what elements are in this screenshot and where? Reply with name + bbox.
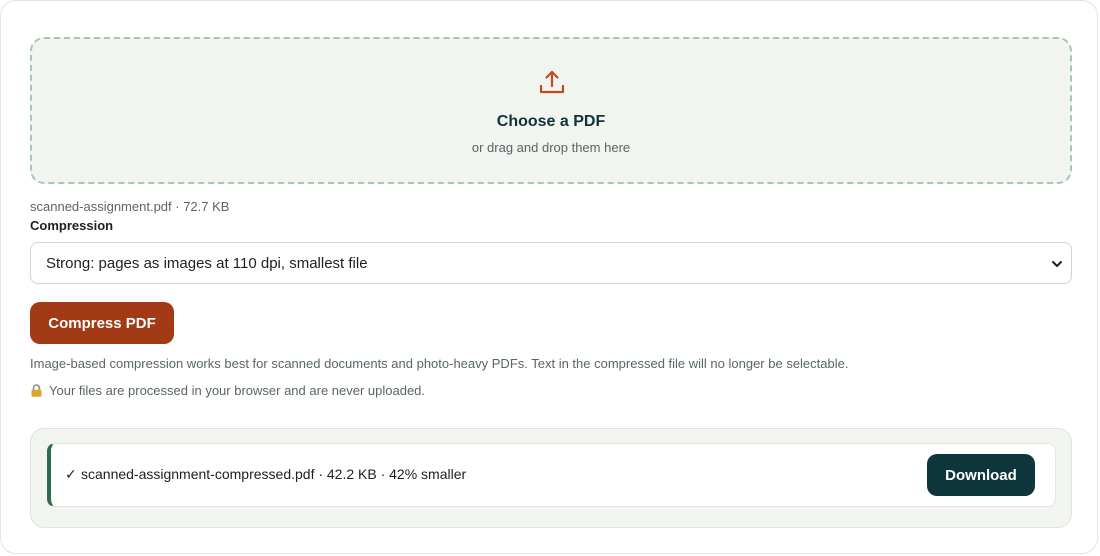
result-file-info: scanned-assignment-compressed.pdf · 42.2…	[81, 466, 467, 482]
compression-note: Image-based compression works best for s…	[30, 356, 849, 371]
check-icon: ✓	[65, 466, 77, 482]
pdf-dropzone[interactable]: Choose a PDF or drag and drop them here	[30, 37, 1072, 184]
dropzone-subtitle: or drag and drop them here	[471, 140, 631, 155]
compression-selected-value: Strong: pages as images at 110 dpi, smal…	[46, 255, 368, 272]
result-panel: ✓ scanned-assignment-compressed.pdf · 42…	[30, 428, 1072, 528]
result-item: ✓ scanned-assignment-compressed.pdf · 42…	[47, 443, 1056, 507]
chevron-down-icon	[1052, 261, 1062, 267]
download-button[interactable]: Download	[927, 454, 1035, 496]
privacy-note: Your files are processed in your browser…	[30, 383, 425, 398]
compressor-card: Choose a PDF or drag and drop them here …	[0, 0, 1098, 554]
lock-icon	[31, 384, 42, 397]
upload-icon	[539, 70, 565, 94]
privacy-text: Your files are processed in your browser…	[49, 383, 426, 398]
compress-pdf-button[interactable]: Compress PDF	[30, 302, 174, 344]
dropzone-title: Choose a PDF	[496, 113, 606, 130]
selected-file-info: scanned-assignment.pdf · 72.7 KB	[30, 199, 230, 214]
compression-label: Compression	[30, 218, 114, 233]
compression-select[interactable]: Strong: pages as images at 110 dpi, smal…	[30, 242, 1072, 284]
